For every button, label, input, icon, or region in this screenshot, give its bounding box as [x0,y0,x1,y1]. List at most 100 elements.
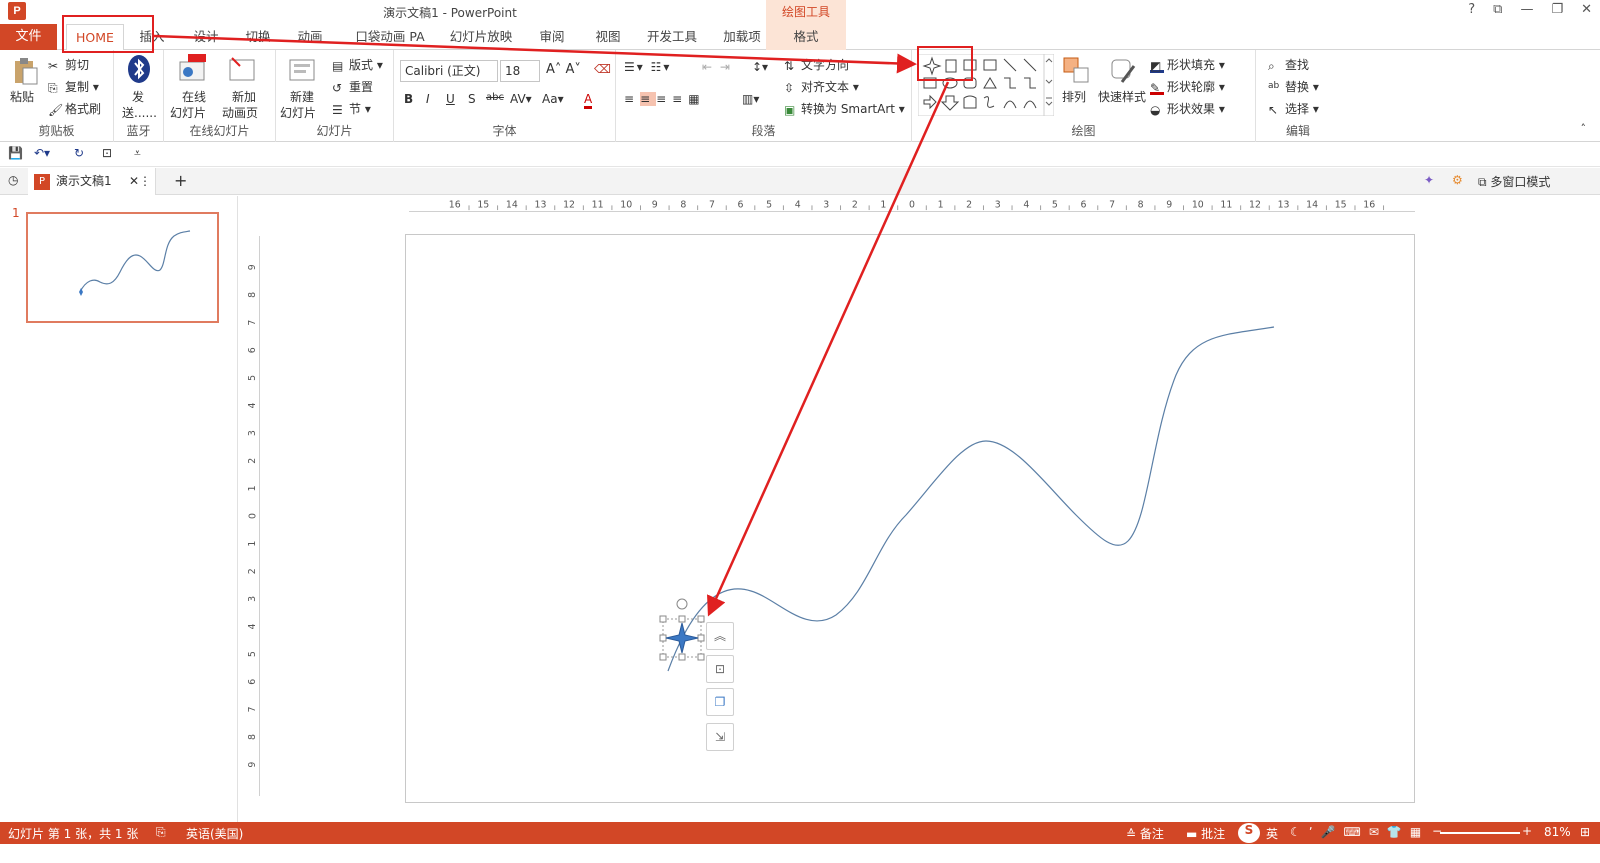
tab-file[interactable]: 文件 [0,24,57,50]
columns-button[interactable]: ▥▾ [742,92,759,106]
shape-outline-button[interactable]: ✎ 形状轮廓 ▾ [1150,78,1225,95]
multi-window-button[interactable]: ⧉ 多窗口模式 [1478,173,1550,190]
online-slides-label-2[interactable]: 幻灯片 [170,104,206,121]
tab-animations[interactable]: 动画 [290,24,330,50]
magic-icon[interactable]: ✦ [1424,173,1434,187]
reset-button[interactable]: ↺ 重置 [332,78,373,95]
comments-button[interactable]: ▬ 批注 [1186,825,1225,842]
font-color-button[interactable]: A [584,92,593,109]
change-case-button[interactable]: Aa▾ [542,92,564,106]
selected-star-shape[interactable] [659,598,705,661]
slide-canvas[interactable] [405,234,1415,803]
list-buttons[interactable]: ☰▾ ☷▾ [624,60,671,74]
close-button[interactable]: ✕ [1581,2,1592,17]
history-icon[interactable]: ◷ [8,173,18,187]
crop-resize-button[interactable]: ⇲ [706,723,734,751]
underline-button[interactable]: U [446,92,455,106]
close-tab-icon[interactable]: ✕ [129,168,139,195]
doc-tab-active[interactable]: P 演示文稿1 ✕ ⋮ [28,168,156,195]
ime-toolbar-icons[interactable]: ☾ʼ🎤⌨✉👕▦ [1290,825,1429,839]
italic-button[interactable]: I [426,92,430,106]
new-animation-page-icon[interactable] [228,54,258,84]
paste-label[interactable]: 粘贴 [10,88,34,105]
shape-fill-button[interactable]: ◩ 形状填充 ▾ [1150,56,1225,73]
language-status[interactable]: 英语(美国) [186,825,243,842]
fit-slide-icon[interactable]: ⊞ [1580,825,1590,839]
quick-styles-label[interactable]: 快速样式 [1098,88,1146,105]
font-name-combo[interactable]: Calibri (正文) [400,60,498,82]
help-button[interactable]: ? [1468,2,1475,17]
minimize-button[interactable]: — [1520,2,1533,17]
ribbon-display-options-icon[interactable]: ⧉ [1493,2,1502,17]
quick-styles-icon[interactable] [1108,56,1138,86]
online-slides-label[interactable]: 在线 [182,88,206,105]
new-slide-label[interactable]: 新建 [290,88,314,105]
grow-font-icon[interactable]: A˄ A˅ [546,62,581,77]
tab-format[interactable]: 格式 [766,24,846,50]
notes-button[interactable]: ≙ 备注 [1126,825,1164,842]
ime-mode-status[interactable]: 英 [1266,825,1278,842]
sogou-ime-icon[interactable]: S [1238,823,1260,843]
undo-icon[interactable]: ↶▾ [34,146,50,160]
new-animation-label[interactable]: 新加 [232,88,256,105]
bold-button[interactable]: B [404,92,413,106]
customize-qat-icon[interactable]: ⩡ [134,146,141,161]
redo-icon[interactable]: ↻ [74,146,84,160]
tab-addins[interactable]: 加载项 [718,24,766,50]
zoom-out-icon[interactable]: − [1432,824,1442,838]
paste-icon[interactable] [10,56,40,86]
spellcheck-icon[interactable]: ⎘ [156,825,166,840]
new-slide-icon[interactable] [288,54,318,84]
slide-drawing [659,326,1275,672]
new-slide-label-2[interactable]: 幻灯片 [280,104,316,121]
font-size-combo[interactable]: 18 [500,60,540,82]
settings-gear-icon[interactable]: ⚙ [1452,173,1463,187]
arrange-float-button[interactable]: ❐ [706,688,734,716]
tab-design[interactable]: 设计 [186,24,226,50]
arrange-label[interactable]: 排列 [1062,88,1086,105]
indent-buttons[interactable]: ⇤ ⇥ [702,60,732,74]
clear-formatting-icon[interactable]: ⌫ [594,62,611,76]
layout-button[interactable]: ▤ 版式 ▾ [332,56,383,73]
tab-review[interactable]: 审阅 [532,24,572,50]
char-spacing-button[interactable]: AV▾ [510,92,532,106]
online-slides-icon[interactable] [178,54,208,84]
new-tab-icon[interactable]: + [174,171,187,190]
shadow-button[interactable]: S [468,92,476,106]
zoom-slider[interactable] [1440,832,1520,834]
cut-button[interactable]: ✂ 剪切 [48,56,89,73]
bluetooth-send-label-2[interactable]: 送...... [122,104,157,121]
tab-transitions[interactable]: 切换 [238,24,278,50]
strikethrough-button[interactable]: abc [486,92,504,103]
copy-button[interactable]: ⎘ 复制 ▾ [48,78,99,95]
bluetooth-send-label[interactable]: 发 [132,88,144,105]
layout-options-button[interactable]: ︽ [706,622,734,650]
smartart-button[interactable]: ▣ 转换为 SmartArt ▾ [784,100,905,117]
line-spacing-button[interactable]: ↕▾ [752,60,768,74]
present-icon[interactable]: ⊡ [102,146,112,160]
restore-button[interactable]: ❐ [1551,2,1563,17]
shape-styles-button[interactable]: ⊡ [706,655,734,683]
tab-developer[interactable]: 开发工具 [644,24,700,50]
find-button[interactable]: ⌕ 查找 [1268,56,1309,73]
tab-view[interactable]: 视图 [588,24,628,50]
zoom-in-icon[interactable]: + [1522,824,1532,838]
collapse-ribbon-icon[interactable]: ˄ [1581,122,1587,135]
tab-pocket-animation[interactable]: 口袋动画 PA [350,24,430,50]
select-button[interactable]: ↖ 选择 ▾ [1268,100,1319,117]
align-text-button[interactable]: ⇳ 对齐文本 ▾ [784,78,859,95]
save-icon[interactable]: 💾 [8,146,23,160]
align-buttons[interactable]: ≡≡≡≡▦ [624,92,706,106]
tab-menu-icon[interactable]: ⋮ [139,168,151,195]
text-direction-button[interactable]: ⇅ 文字方向 [784,56,849,73]
tab-slideshow[interactable]: 幻灯片放映 [448,24,514,50]
format-painter-button[interactable]: 🖌 格式刷 [48,100,101,117]
arrange-icon[interactable] [1062,56,1092,86]
zoom-level[interactable]: 81% [1544,825,1571,839]
section-button[interactable]: ☰ 节 ▾ [332,100,371,117]
bluetooth-icon[interactable] [124,54,154,84]
replace-button[interactable]: ab 替换 ▾ [1268,78,1319,95]
shape-effects-button[interactable]: ◒ 形状效果 ▾ [1150,100,1225,117]
slide-thumbnail-1[interactable] [26,212,219,323]
new-animation-label-2[interactable]: 动画页 [222,104,258,121]
